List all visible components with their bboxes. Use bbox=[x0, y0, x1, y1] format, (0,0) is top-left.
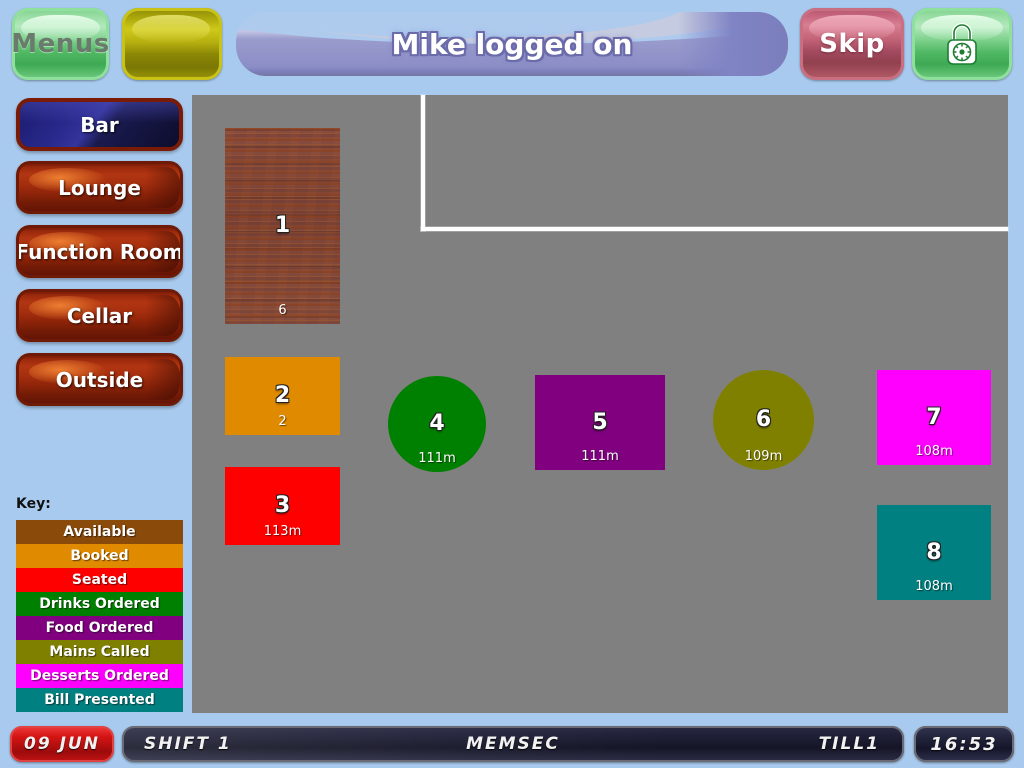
key-heading: Key: bbox=[16, 496, 51, 512]
title-banner: Mike logged on bbox=[236, 12, 788, 76]
status-date[interactable]: 09 JUN bbox=[10, 726, 114, 762]
status-operator: MEMSEC bbox=[466, 734, 560, 754]
legend-row-label: Drinks Ordered bbox=[39, 596, 160, 612]
table-detail: 108m bbox=[915, 444, 953, 459]
table-2[interactable]: 22 bbox=[225, 357, 340, 435]
legend-row-label: Available bbox=[63, 524, 136, 540]
top-toolbar: Menus Mike logged on Skip bbox=[0, 0, 1024, 88]
sidebar-item-outside[interactable]: Outside bbox=[16, 353, 183, 406]
wall-segment-vertical bbox=[421, 95, 425, 231]
table-number: 1 bbox=[274, 213, 291, 238]
table-number: 4 bbox=[429, 411, 445, 436]
legend-row: Mains Called bbox=[16, 640, 183, 664]
legend-row: Bill Presented bbox=[16, 688, 183, 712]
table-detail: 109m bbox=[744, 449, 783, 464]
wall-segment-horizontal bbox=[421, 227, 1008, 231]
legend-row: Food Ordered bbox=[16, 616, 183, 640]
table-6[interactable]: 6 109m bbox=[713, 370, 814, 470]
legend-row: Seated bbox=[16, 568, 183, 592]
table-8[interactable]: 8 108m bbox=[877, 505, 991, 600]
table-detail: 111m bbox=[418, 451, 456, 466]
legend-row-label: Mains Called bbox=[49, 644, 150, 660]
status-clock[interactable]: 16:53 bbox=[914, 726, 1014, 762]
table-number: 3 bbox=[274, 493, 291, 518]
table-1[interactable]: 16 bbox=[225, 128, 340, 324]
sidebar-item-label: Outside bbox=[55, 367, 144, 392]
status-legend: Available Booked Seated Drinks Ordered Food … bbox=[16, 520, 183, 712]
status-till: TILL1 bbox=[818, 734, 880, 754]
table-detail: 111m bbox=[581, 449, 619, 464]
table-number: 2 bbox=[274, 383, 291, 408]
legend-row: Desserts Ordered bbox=[16, 664, 183, 688]
sidebar-item-bar[interactable]: Bar bbox=[16, 98, 183, 151]
table-detail: 113m bbox=[263, 524, 302, 539]
menus-button[interactable]: Menus bbox=[12, 8, 109, 80]
floor-plan[interactable]: 1 6 2 2 3 113m 4 111m 5 111m 6 109m 7 108m 8 108m bbox=[192, 95, 1008, 713]
padlock-icon bbox=[947, 23, 977, 65]
table-number: 7 bbox=[926, 404, 942, 430]
sidebar-item-label: Lounge bbox=[58, 175, 141, 200]
legend-row-label: Bill Presented bbox=[44, 692, 155, 708]
table-detail: 108m bbox=[915, 579, 953, 594]
sidebar-item-lounge[interactable]: Lounge bbox=[16, 161, 183, 214]
page-title: Mike logged on bbox=[391, 27, 633, 61]
status-main-panel: SHIFT 1 MEMSEC TILL1 bbox=[122, 726, 904, 762]
table-number: 8 bbox=[926, 539, 942, 565]
skip-button[interactable]: Skip bbox=[800, 8, 904, 80]
table-3[interactable]: 3 113m bbox=[225, 467, 340, 545]
legend-row: Available bbox=[16, 520, 183, 544]
sidebar-item-label: Bar bbox=[80, 112, 119, 137]
legend-row-label: Food Ordered bbox=[45, 620, 154, 636]
sidebar-item-label: Function Room bbox=[16, 239, 183, 264]
sidebar-item-cellar[interactable]: Cellar bbox=[16, 289, 183, 342]
table-number: 6 bbox=[755, 407, 772, 432]
skip-button-label: Skip bbox=[819, 29, 885, 59]
blank-olive-button[interactable] bbox=[122, 8, 222, 80]
application-window: Menus Mike logged on Skip Bar Lounge Fun… bbox=[0, 0, 1024, 768]
table-5[interactable]: 5 111m bbox=[535, 375, 665, 470]
lock-button[interactable] bbox=[912, 8, 1012, 80]
table-detail: 2 bbox=[278, 414, 287, 429]
legend-row-label: Booked bbox=[70, 548, 129, 564]
legend-row-label: Desserts Ordered bbox=[30, 668, 169, 684]
status-bar: 09 JUN SHIFT 1 MEMSEC TILL1 16:53 bbox=[0, 722, 1024, 768]
table-detail: 6 bbox=[278, 303, 287, 318]
menus-button-label: Menus bbox=[12, 29, 109, 59]
legend-row: Drinks Ordered bbox=[16, 592, 183, 616]
sidebar-item-function-room[interactable]: Function Room bbox=[16, 225, 183, 278]
table-7[interactable]: 7 108m bbox=[877, 370, 991, 465]
legend-row: Booked bbox=[16, 544, 183, 568]
legend-row-label: Seated bbox=[71, 572, 128, 588]
table-number: 5 bbox=[592, 409, 608, 435]
table-4[interactable]: 4 111m bbox=[388, 376, 486, 472]
sidebar-item-label: Cellar bbox=[66, 303, 133, 328]
